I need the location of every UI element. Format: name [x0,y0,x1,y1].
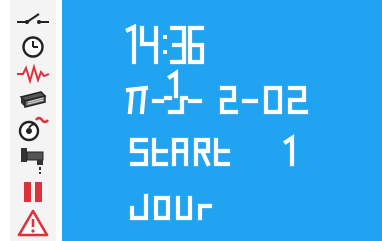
lcd-display: 14:36 m-1-2-02 StARt 1 JOUr [62,0,382,241]
mode-digits [129,134,295,167]
day-digits [129,193,213,221]
tap-icon [10,146,56,176]
clock-icon [10,34,56,60]
warning-icon [10,208,56,238]
status-icon-strip [10,0,56,241]
controller-panel: 14:36 m-1-2-02 StARt 1 JOUr [0,0,382,241]
fan-icon [10,114,56,144]
date-digits [125,69,309,115]
vent-icon [10,88,56,114]
switch-icon [10,8,56,32]
time-digits [125,23,205,65]
heartbeat-icon [10,62,56,86]
segment-display [125,23,309,221]
pause-icon [10,178,56,206]
